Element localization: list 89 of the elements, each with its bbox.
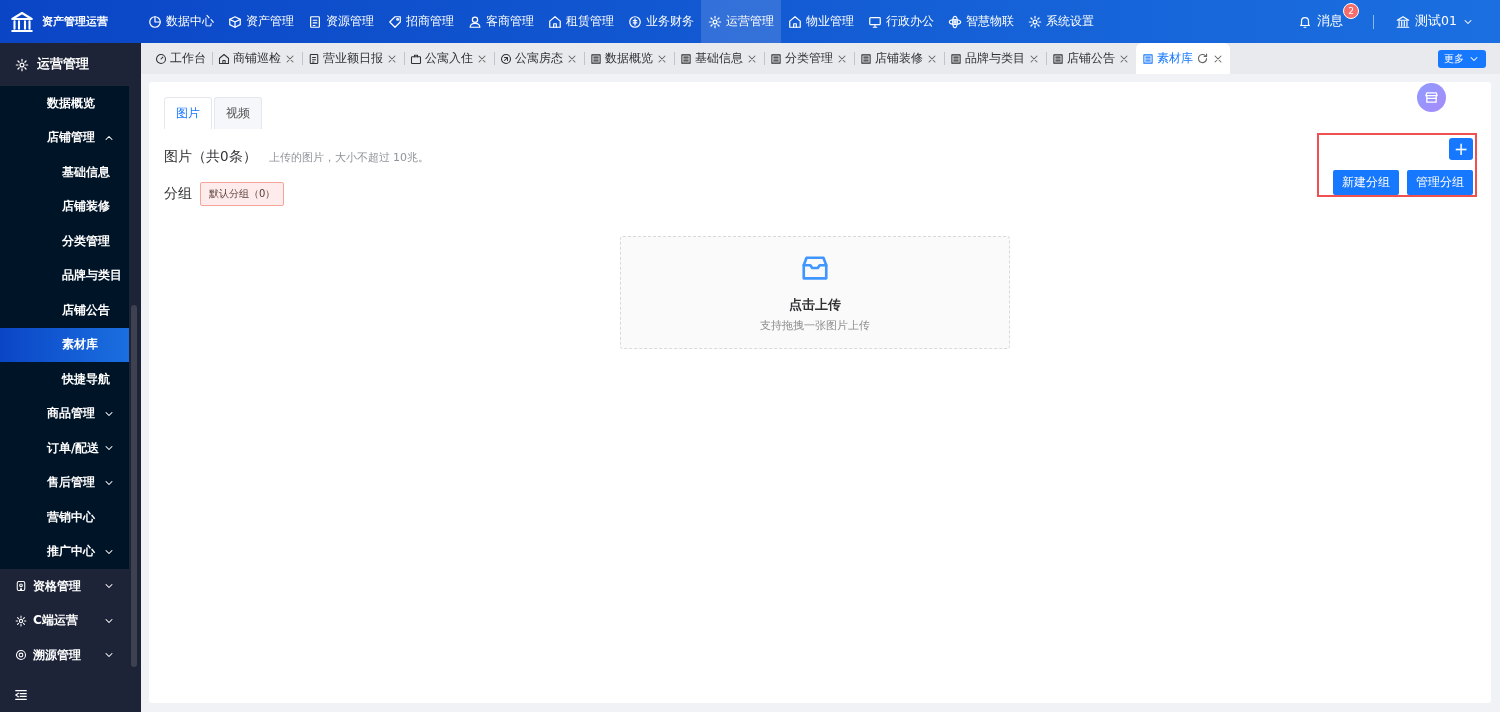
app-title: 资产管理运营 bbox=[42, 14, 108, 29]
add-button[interactable]: + bbox=[1449, 138, 1473, 160]
nav-item[interactable]: 业务财务 bbox=[621, 0, 701, 43]
upload-subtitle: 支持拖拽一张图片上传 bbox=[760, 317, 870, 333]
upload-title: 点击上传 bbox=[789, 296, 841, 314]
count-badge: 2 bbox=[1343, 3, 1360, 19]
sidebar-group[interactable]: C端运营 bbox=[0, 603, 129, 638]
sidebar-item[interactable]: 基础信息 bbox=[0, 155, 129, 190]
nav-item[interactable]: 数据中心 bbox=[141, 0, 221, 43]
page-tab[interactable]: 商铺巡检 bbox=[212, 43, 302, 74]
bank-icon bbox=[1396, 14, 1411, 29]
page-tab[interactable]: 店铺装修 bbox=[854, 43, 944, 74]
sidebar-item[interactable]: 快捷导航 bbox=[0, 362, 129, 397]
briefcase-icon bbox=[410, 52, 422, 65]
content-tab[interactable]: 图片 bbox=[164, 97, 212, 129]
nav-item[interactable]: 物业管理 bbox=[781, 0, 861, 43]
page-tab[interactable]: 公寓房态 bbox=[494, 43, 584, 74]
sidebar-item[interactable]: 分类管理 bbox=[0, 224, 129, 259]
sidebar-item[interactable]: 售后管理 bbox=[0, 465, 129, 500]
page-tab[interactable]: 公寓入住 bbox=[404, 43, 494, 74]
menu-icon bbox=[14, 688, 28, 702]
content-tab[interactable]: 视频 bbox=[214, 97, 262, 129]
sidebar-group[interactable]: 溯源管理 bbox=[0, 638, 129, 673]
user-menu[interactable]: 测试01 bbox=[1390, 12, 1480, 31]
panel-icon bbox=[1142, 52, 1154, 65]
panel-icon bbox=[680, 52, 692, 65]
sidebar-item[interactable]: 营销中心 bbox=[0, 500, 129, 535]
nav-item[interactable]: 智慧物联 bbox=[941, 0, 1021, 43]
page-tab[interactable]: 素材库 bbox=[1136, 43, 1230, 74]
sidebar-item[interactable]: 店铺管理 bbox=[0, 120, 129, 155]
panel-icon bbox=[950, 52, 962, 65]
page-tab[interactable]: 基础信息 bbox=[674, 43, 764, 74]
atom-icon bbox=[948, 14, 962, 29]
house-icon bbox=[218, 52, 230, 65]
more-button[interactable]: 更多 bbox=[1438, 49, 1486, 68]
nav-item[interactable]: 租赁管理 bbox=[541, 0, 621, 43]
section-title: 图片（共0条） bbox=[164, 148, 257, 166]
nav-item[interactable]: 客商管理 bbox=[461, 0, 541, 43]
panel-icon bbox=[770, 52, 782, 65]
upload-hint: 上传的图片，大小不超过 10兆。 bbox=[268, 150, 430, 165]
house-icon bbox=[548, 14, 562, 29]
group-button[interactable]: 管理分组 bbox=[1407, 170, 1473, 195]
pie-chart-icon bbox=[148, 14, 162, 29]
nav-item[interactable]: 招商管理 bbox=[381, 0, 461, 43]
store-button[interactable] bbox=[1417, 83, 1446, 112]
sidebar-item[interactable]: 推广中心 bbox=[0, 534, 129, 569]
group-button[interactable]: 新建分组 bbox=[1333, 170, 1399, 195]
sidebar-item[interactable]: 素材库 bbox=[0, 327, 129, 362]
cube-icon bbox=[228, 14, 242, 29]
bank-icon bbox=[10, 9, 34, 34]
nav-item[interactable]: 资产管理 bbox=[221, 0, 301, 43]
nav-item[interactable]: 运营管理 bbox=[701, 0, 781, 43]
nav-item[interactable]: 行政办公 bbox=[861, 0, 941, 43]
sidebar-item[interactable]: 商品管理 bbox=[0, 396, 129, 431]
upload-area[interactable]: 点击上传 支持拖拽一张图片上传 bbox=[620, 236, 1010, 349]
refresh-icon bbox=[1196, 52, 1209, 65]
sidebar-item[interactable]: 店铺公告 bbox=[0, 293, 129, 328]
page-tab[interactable]: 分类管理 bbox=[764, 43, 854, 74]
panel-icon bbox=[860, 52, 872, 65]
page-tab[interactable]: 店铺公告 bbox=[1046, 43, 1136, 74]
group-tag[interactable]: 默认分组（0） bbox=[200, 182, 285, 206]
nav-item[interactable]: 资源管理 bbox=[301, 0, 381, 43]
sidebar-item[interactable]: 数据概览 bbox=[0, 86, 129, 121]
sidebar-item[interactable]: 订单/配送 bbox=[0, 431, 129, 466]
page-tab[interactable]: 数据概览 bbox=[584, 43, 674, 74]
page-tab[interactable]: 营业额日报 bbox=[302, 43, 404, 74]
scrollbar[interactable] bbox=[131, 305, 137, 667]
target-icon bbox=[15, 649, 27, 662]
sidebar-group[interactable]: 资格管理 bbox=[0, 569, 129, 604]
tag-icon bbox=[388, 14, 402, 29]
panel-icon bbox=[590, 52, 602, 65]
badge-icon bbox=[15, 580, 27, 593]
document-icon bbox=[308, 52, 320, 65]
collapse-menu-icon[interactable] bbox=[14, 688, 30, 702]
sidebar-item[interactable]: 店铺装修 bbox=[0, 189, 129, 224]
house-icon bbox=[788, 14, 802, 29]
group-label: 分组 bbox=[164, 185, 192, 203]
coin-icon bbox=[628, 14, 642, 29]
page-tab[interactable]: 品牌与类目 bbox=[944, 43, 1046, 74]
panel-icon bbox=[1052, 52, 1064, 65]
gauge-icon bbox=[155, 52, 167, 65]
store-icon bbox=[1424, 90, 1439, 105]
page-tab[interactable]: 工作台 bbox=[149, 43, 212, 74]
document-icon bbox=[308, 14, 322, 29]
monitor-icon bbox=[868, 14, 882, 29]
sidebar-item[interactable]: 品牌与类目 bbox=[0, 258, 129, 293]
user-icon bbox=[468, 14, 482, 29]
nav-item[interactable]: 系统设置 bbox=[1021, 0, 1101, 43]
bell-icon bbox=[1298, 14, 1313, 29]
